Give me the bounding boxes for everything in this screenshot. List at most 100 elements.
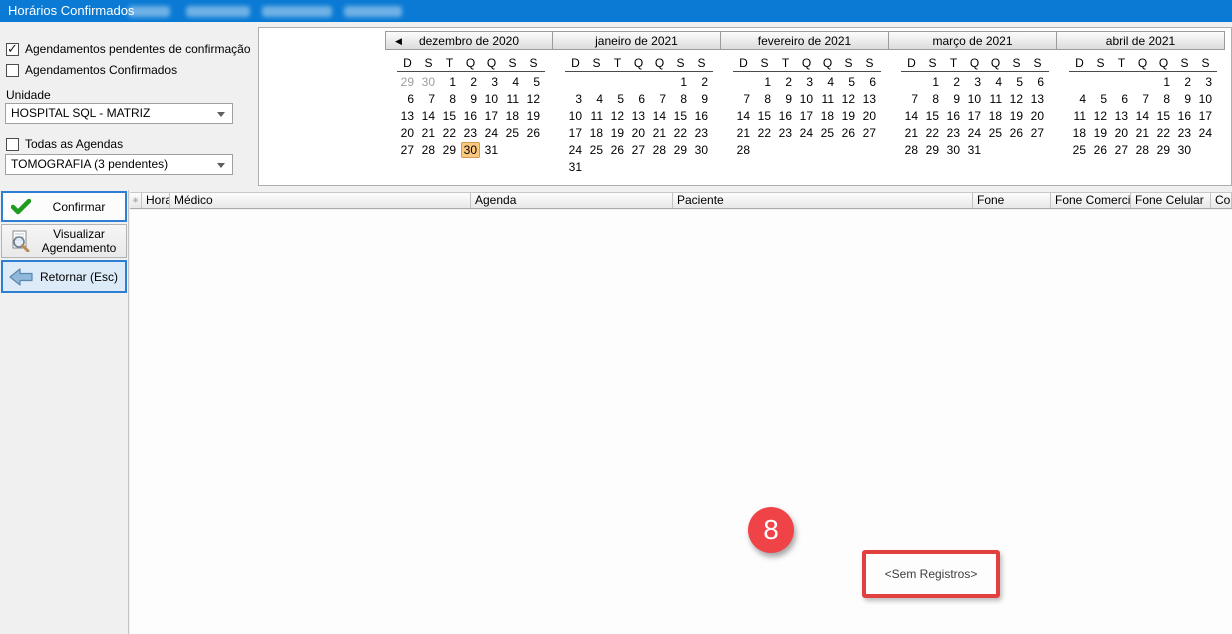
calendar-day[interactable]: 5 (838, 74, 859, 91)
calendar-day[interactable]: 2 (1174, 74, 1195, 91)
calendar-day[interactable]: 29 (670, 142, 691, 159)
calendar-day[interactable]: 18 (502, 108, 523, 125)
calendar-day[interactable]: 30 (943, 142, 964, 159)
calendar-day[interactable]: 4 (586, 91, 607, 108)
calendar-day[interactable]: 14 (1132, 108, 1153, 125)
calendar-day[interactable]: 3 (481, 74, 502, 91)
calendar-day[interactable]: 12 (1090, 108, 1111, 125)
calendar-day[interactable]: 22 (754, 125, 775, 142)
calendar-day[interactable]: 31 (964, 142, 985, 159)
column-header-paciente[interactable]: Paciente (673, 193, 973, 208)
calendar-day[interactable]: 11 (502, 91, 523, 108)
calendar-day[interactable]: 5 (523, 74, 544, 91)
calendar-day[interactable]: 20 (1027, 108, 1048, 125)
calendar-day[interactable]: 22 (1153, 125, 1174, 142)
calendar-day[interactable]: 16 (775, 108, 796, 125)
calendar-day[interactable]: 9 (775, 91, 796, 108)
calendar-day[interactable]: 25 (502, 125, 523, 142)
calendar-day[interactable]: 16 (460, 108, 481, 125)
calendar-day[interactable]: 7 (1132, 91, 1153, 108)
calendar-day[interactable]: 15 (439, 108, 460, 125)
calendar-day[interactable]: 6 (628, 91, 649, 108)
calendar-day[interactable]: 19 (523, 108, 544, 125)
calendar-day[interactable]: 22 (922, 125, 943, 142)
calendar-day[interactable]: 3 (796, 74, 817, 91)
calendar-day[interactable]: 4 (1069, 91, 1090, 108)
calendar-day[interactable]: 19 (1090, 125, 1111, 142)
calendar-day[interactable]: 10 (964, 91, 985, 108)
appointments-table-body[interactable] (130, 210, 1232, 634)
calendar-day[interactable]: 11 (1069, 108, 1090, 125)
return-button[interactable]: Retornar (Esc) (1, 260, 127, 293)
calendar-day[interactable]: 10 (481, 91, 502, 108)
calendar-day[interactable]: 20 (1111, 125, 1132, 142)
calendar-day[interactable]: 29 (439, 142, 460, 159)
calendar-day[interactable]: 30 (1174, 142, 1195, 159)
calendar-day[interactable]: 30 (460, 142, 481, 159)
calendar-day[interactable]: 28 (418, 142, 439, 159)
calendar-day[interactable]: 23 (943, 125, 964, 142)
calendar-month-header[interactable]: janeiro de 2021 (553, 31, 721, 50)
calendar-day[interactable]: 15 (670, 108, 691, 125)
calendar-day[interactable]: 17 (796, 108, 817, 125)
calendar-day[interactable]: 12 (523, 91, 544, 108)
calendar-day[interactable]: 9 (691, 91, 712, 108)
calendar-day[interactable]: 31 (565, 159, 586, 176)
calendar-day[interactable]: 7 (649, 91, 670, 108)
calendar-day[interactable]: 21 (901, 125, 922, 142)
calendar-day[interactable]: 4 (502, 74, 523, 91)
unit-dropdown[interactable]: HOSPITAL SQL - MATRIZ (5, 103, 233, 124)
calendar-day[interactable]: 20 (628, 125, 649, 142)
calendar-day[interactable]: 6 (1027, 74, 1048, 91)
calendar-day[interactable]: 30 (418, 74, 439, 91)
agenda-dropdown[interactable]: TOMOGRAFIA (3 pendentes) (5, 154, 233, 175)
calendar-day[interactable]: 25 (817, 125, 838, 142)
calendar-day[interactable]: 14 (901, 108, 922, 125)
calendar-day[interactable]: 27 (628, 142, 649, 159)
calendar-day[interactable]: 22 (670, 125, 691, 142)
calendar-day[interactable]: 21 (649, 125, 670, 142)
calendar-day[interactable]: 11 (985, 91, 1006, 108)
calendar-day[interactable]: 14 (733, 108, 754, 125)
calendar-day[interactable]: 17 (565, 125, 586, 142)
pending-checkbox[interactable] (6, 43, 19, 56)
calendar-day[interactable]: 13 (628, 108, 649, 125)
calendar-day[interactable]: 19 (838, 108, 859, 125)
calendar-day[interactable]: 24 (565, 142, 586, 159)
calendar-day[interactable]: 14 (418, 108, 439, 125)
column-header-agenda[interactable]: Agenda (471, 193, 673, 208)
checkbox-pending-row[interactable]: Agendamentos pendentes de confirmação (6, 42, 251, 56)
calendar-day[interactable]: 8 (439, 91, 460, 108)
checkbox-confirmed-row[interactable]: Agendamentos Confirmados (6, 63, 177, 77)
calendar-day[interactable]: 6 (859, 74, 880, 91)
calendar-month-header[interactable]: abril de 2021 (1057, 31, 1225, 50)
calendar-day[interactable]: 15 (754, 108, 775, 125)
calendar-day[interactable]: 8 (922, 91, 943, 108)
calendar-day[interactable]: 14 (649, 108, 670, 125)
calendar-day[interactable]: 27 (1111, 142, 1132, 159)
calendar-month-header[interactable]: fevereiro de 2021 (721, 31, 889, 50)
calendar-day[interactable]: 13 (859, 91, 880, 108)
calendar-day[interactable]: 28 (901, 142, 922, 159)
calendar-day[interactable]: 17 (964, 108, 985, 125)
calendar-day[interactable]: 3 (1195, 74, 1216, 91)
calendar-day[interactable]: 24 (481, 125, 502, 142)
calendar-day[interactable]: 27 (397, 142, 418, 159)
column-header-co[interactable]: Co (1211, 193, 1232, 208)
column-header-m-dico[interactable]: Médico (170, 193, 471, 208)
calendar-day[interactable]: 18 (985, 108, 1006, 125)
calendar-day[interactable]: 17 (481, 108, 502, 125)
calendar-day[interactable]: 24 (796, 125, 817, 142)
view-appointment-button[interactable]: VisualizarAgendamento (1, 224, 127, 258)
calendar-day[interactable]: 5 (1006, 74, 1027, 91)
calendar-day[interactable]: 1 (670, 74, 691, 91)
calendar-day[interactable]: 13 (1027, 91, 1048, 108)
calendar-day[interactable]: 2 (460, 74, 481, 91)
calendar-day[interactable]: 24 (1195, 125, 1216, 142)
calendar-day[interactable]: 27 (1027, 125, 1048, 142)
calendar-day[interactable]: 4 (817, 74, 838, 91)
column-header-hora[interactable]: Hora (142, 193, 170, 208)
calendar-day[interactable]: 20 (859, 108, 880, 125)
calendar-day[interactable]: 29 (1153, 142, 1174, 159)
column-header-fone-comercia[interactable]: Fone Comercia (1051, 193, 1131, 208)
